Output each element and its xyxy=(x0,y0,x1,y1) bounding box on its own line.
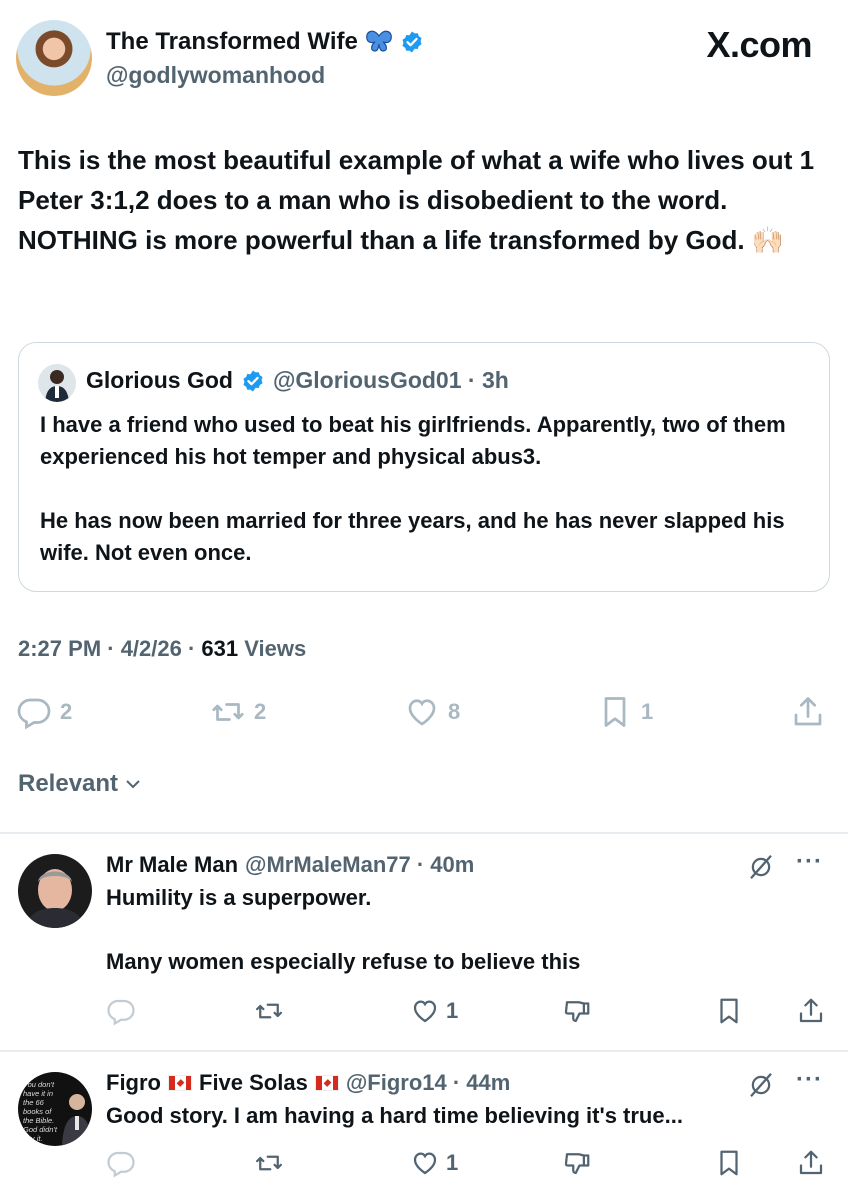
reply-reply-button[interactable] xyxy=(106,996,136,1026)
thumbs-down-icon xyxy=(564,1001,590,1023)
more-options-icon[interactable]: ··· xyxy=(796,1066,823,1094)
reply-text: Humility is a superpower. Many women esp… xyxy=(106,882,806,978)
reply-author-meta: @Figro14 · 44m xyxy=(345,1070,511,1095)
reply-paragraph: Many women especially refuse to believe … xyxy=(106,949,581,974)
x-watermark: X.com xyxy=(706,24,812,65)
sort-label: Relevant xyxy=(18,770,119,797)
repost-count: 2 xyxy=(254,699,267,724)
quoted-author-avatar[interactable] xyxy=(38,364,76,402)
reply-like-button[interactable]: 1 xyxy=(410,996,458,1026)
like-button[interactable]: 8 xyxy=(404,694,460,730)
quoted-paragraph: I have a friend who used to beat his gir… xyxy=(40,412,786,469)
reply-count: 2 xyxy=(60,699,73,724)
tweet-text: This is the most beautiful example of wh… xyxy=(18,145,815,255)
reply-text: Good story. I am having a hard time beli… xyxy=(106,1100,826,1132)
canada-flag-icon xyxy=(168,1075,192,1091)
bookmark-icon xyxy=(720,998,738,1024)
like-count: 8 xyxy=(448,699,461,724)
grok-icon[interactable] xyxy=(746,1070,776,1100)
reply-header: Mr Male Man @MrMaleMan77 · 40m xyxy=(106,852,474,878)
reply-like-count: 1 xyxy=(446,998,459,1023)
author-avatar[interactable] xyxy=(16,20,92,96)
reply-share-button[interactable] xyxy=(796,996,826,1026)
heart-icon xyxy=(413,1000,437,1023)
reply-paragraph: Humility is a superpower. xyxy=(106,885,372,910)
person-silhouette-icon xyxy=(62,1094,92,1146)
reply-repost-button[interactable] xyxy=(254,1148,284,1178)
views-count: 631 xyxy=(201,636,239,661)
reply-icon xyxy=(107,1151,135,1178)
reply-repost-button[interactable] xyxy=(254,996,284,1026)
author-name-row[interactable]: The Transformed Wife xyxy=(106,28,424,56)
reply-like-button[interactable]: 1 xyxy=(410,1148,458,1178)
repost-icon xyxy=(256,1155,282,1171)
reply-avatar[interactable] xyxy=(18,854,92,928)
reply-like-count: 1 xyxy=(446,1150,459,1175)
reply-reply-button[interactable] xyxy=(106,1148,136,1178)
divider xyxy=(0,832,848,834)
reply-icon xyxy=(107,999,135,1026)
reply-button[interactable]: 2 xyxy=(16,694,72,730)
chevron-down-icon xyxy=(126,780,140,789)
reply-author-name-b[interactable]: Five Solas xyxy=(199,1070,308,1096)
bookmark-button[interactable]: 1 xyxy=(597,694,653,730)
repost-icon xyxy=(212,703,244,721)
quoted-author-meta: @GloriousGod01 · 3h xyxy=(272,367,509,393)
reply-dislike-button[interactable] xyxy=(562,1148,592,1178)
share-button[interactable] xyxy=(790,694,826,730)
views-label: Views xyxy=(238,636,307,661)
reply-author-name[interactable]: Mr Male Man xyxy=(106,852,238,878)
tweet-timestamp[interactable]: 2:27 PM · 4/2/26 · 631 Views xyxy=(18,636,306,662)
heart-icon xyxy=(413,1152,437,1175)
butterfly-icon xyxy=(365,30,392,52)
more-options-icon[interactable]: ··· xyxy=(796,848,823,876)
quoted-author-name[interactable]: Glorious God xyxy=(86,367,233,394)
share-icon xyxy=(794,697,822,726)
author-handle[interactable]: @godlywomanhood xyxy=(106,62,325,89)
divider xyxy=(0,1050,848,1052)
reply-avatar[interactable]: You don't have it in the 66 books of the… xyxy=(18,1072,92,1146)
share-icon xyxy=(799,998,823,1023)
person-silhouette-icon xyxy=(38,364,76,402)
grok-icon[interactable] xyxy=(746,852,776,882)
reply-dislike-button[interactable] xyxy=(562,996,592,1026)
heart-icon xyxy=(408,699,436,726)
quoted-tweet-text: I have a friend who used to beat his gir… xyxy=(40,409,810,569)
repost-icon xyxy=(256,1003,282,1019)
author-name[interactable]: The Transformed Wife xyxy=(106,28,358,56)
thumbs-down-icon xyxy=(564,1153,590,1175)
reply-bookmark-button[interactable] xyxy=(714,996,744,1026)
avatar-text: You don't have it in the 66 books of the… xyxy=(23,1080,57,1143)
reply-header: Figro Five Solas @Figro14 · 44m xyxy=(106,1070,510,1096)
repost-button[interactable]: 2 xyxy=(210,694,266,730)
verified-badge-icon xyxy=(243,370,263,391)
bookmark-icon xyxy=(604,697,626,727)
reply-author-meta: @MrMaleMan77 · 40m xyxy=(245,852,475,877)
person-avatar-icon xyxy=(18,854,92,928)
reply-icon xyxy=(17,698,51,730)
reply-paragraph: Good story. I am having a hard time beli… xyxy=(106,1103,683,1128)
reply-share-button[interactable] xyxy=(796,1148,826,1178)
quoted-paragraph: He has now been married for three years,… xyxy=(40,508,785,565)
quoted-header: Glorious God @GloriousGod01 · 3h xyxy=(86,367,509,394)
verified-badge-icon xyxy=(402,31,422,53)
bookmark-icon xyxy=(720,1150,738,1176)
reply-author-name-a[interactable]: Figro xyxy=(106,1070,161,1096)
sort-dropdown[interactable]: Relevant xyxy=(18,770,142,798)
timestamp-text: 2:27 PM · 4/2/26 · xyxy=(18,636,202,661)
share-icon xyxy=(799,1150,823,1175)
reply-bookmark-button[interactable] xyxy=(714,1148,744,1178)
bookmark-count: 1 xyxy=(641,699,654,724)
canada-flag-icon xyxy=(314,1075,339,1091)
